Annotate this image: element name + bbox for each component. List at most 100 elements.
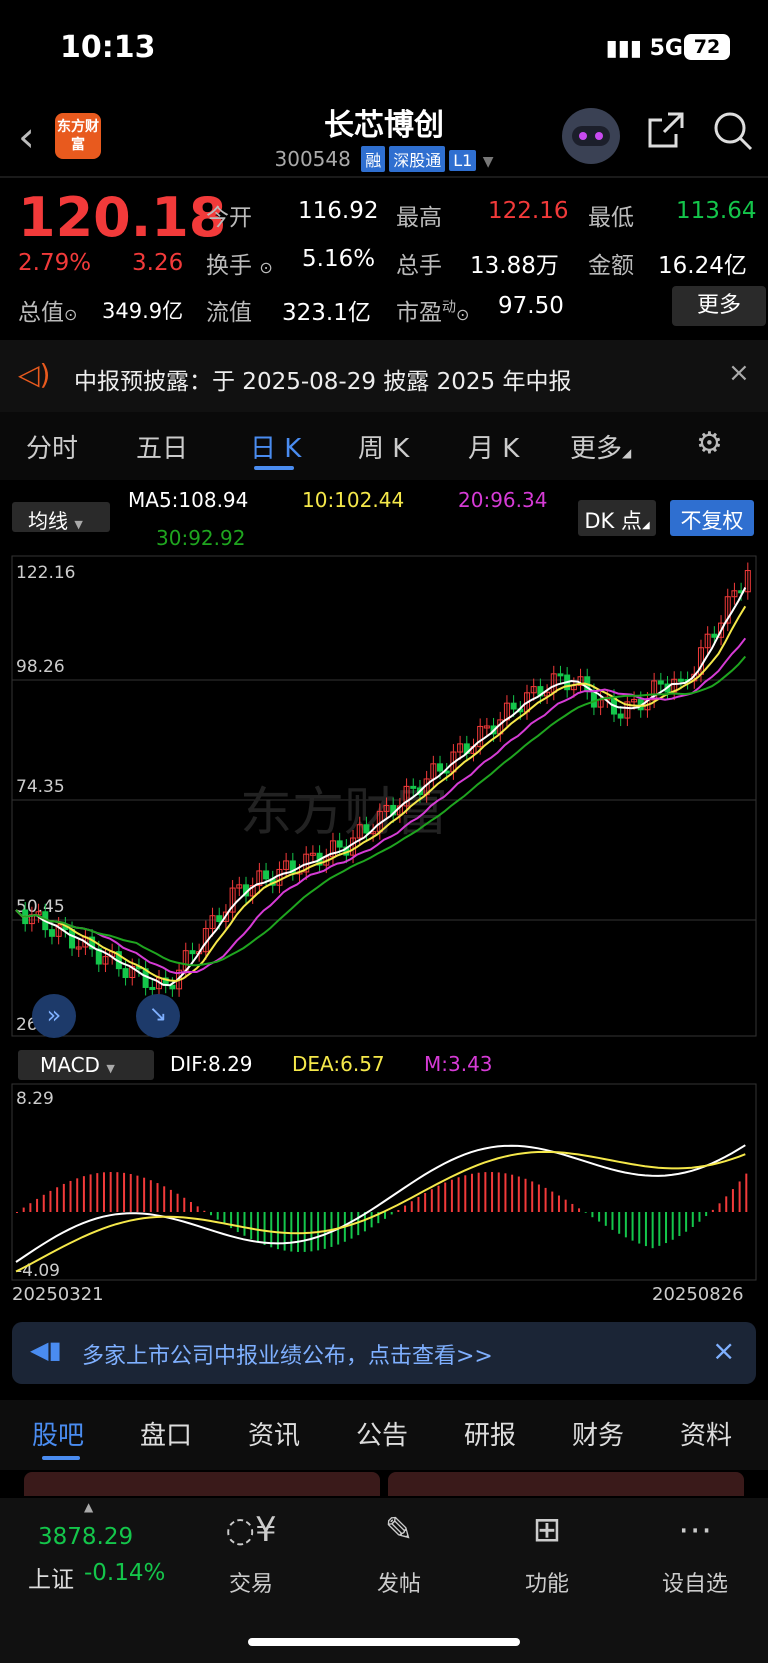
index-value[interactable]: 3878.29 — [38, 1524, 133, 1550]
tab-weekly-k[interactable]: 周 K — [358, 428, 409, 465]
macd-bar — [644, 1212, 647, 1247]
macd-bar — [397, 1209, 400, 1212]
ma-selector[interactable]: 均线 ▼ — [12, 502, 110, 533]
change-amount: 3.26 — [132, 250, 184, 276]
macd-bar — [598, 1212, 601, 1222]
yen-icon[interactable]: ◌¥ — [206, 1510, 296, 1550]
macd-bar — [256, 1212, 259, 1243]
notice-bar[interactable]: ◁) 中报预披露：于 2025-08-29 披露 2025 年中报 × — [0, 340, 768, 412]
macd-bar — [604, 1212, 607, 1226]
nav-trade[interactable]: 交易 — [206, 1566, 296, 1598]
tag-margin: 融 — [361, 146, 386, 172]
more-icon[interactable]: ⋯ — [650, 1510, 740, 1550]
fq-button[interactable]: 不复权 — [670, 500, 754, 536]
dea-label: DEA:6.57 — [292, 1052, 385, 1076]
dk-button[interactable]: DK 点◢ — [578, 500, 656, 536]
float-value: 323.1亿 — [282, 300, 371, 326]
macd-bar — [491, 1172, 494, 1212]
robot-assistant-icon[interactable] — [562, 108, 620, 164]
macd-bar — [524, 1178, 527, 1212]
macd-bar — [417, 1197, 420, 1212]
macd-bar — [477, 1172, 480, 1212]
tab-monthly-k[interactable]: 月 K — [468, 428, 519, 465]
tick-label: 74.35 — [16, 777, 65, 797]
macd-bar — [618, 1212, 621, 1234]
tag-connect: 深股通 — [389, 146, 446, 172]
info-icon: ⊙ — [259, 258, 273, 277]
macd-bar — [236, 1212, 239, 1233]
tab-forum[interactable]: 股吧 — [32, 1415, 84, 1452]
grid-icon[interactable]: ⊞ — [502, 1510, 592, 1550]
macd-bar — [450, 1179, 453, 1212]
home-indicator — [248, 1638, 520, 1646]
tab-profile[interactable]: 资料 — [680, 1415, 732, 1452]
tab-daily-k[interactable]: 日 K — [250, 428, 301, 465]
tab-5day[interactable]: 五日 — [136, 428, 188, 465]
watermark: 东方财富 — [240, 783, 448, 843]
macd-bar — [76, 1178, 79, 1212]
tab-announcements[interactable]: 公告 — [356, 1415, 408, 1452]
index-name[interactable]: 上证 — [28, 1560, 74, 1594]
macd-bar — [36, 1198, 39, 1212]
earnings-banner[interactable]: ◀▮ 多家上市公司中报业绩公布，点击查看>> × — [12, 1322, 756, 1384]
close-icon[interactable]: × — [712, 1334, 735, 1367]
nav-add-watchlist[interactable]: 设自选 — [650, 1566, 740, 1598]
macd-bar — [96, 1173, 99, 1212]
low-label: 最低 — [588, 205, 634, 231]
tab-more[interactable]: 更多◢ — [570, 428, 631, 465]
forum-card[interactable] — [388, 1472, 744, 1496]
search-icon[interactable] — [712, 110, 754, 161]
macd-selector[interactable]: MACD ▼ — [18, 1050, 154, 1080]
ma10-label: 10:102.44 — [302, 488, 405, 512]
macd-bar — [16, 1212, 18, 1213]
macd-bar — [370, 1212, 373, 1228]
tab-news[interactable]: 资讯 — [248, 1415, 300, 1452]
macd-bar — [731, 1189, 734, 1212]
banner-text: 多家上市公司中报业绩公布，点击查看>> — [82, 1344, 493, 1369]
nav-functions[interactable]: 功能 — [502, 1566, 592, 1598]
caret-up-icon: ▲ — [84, 1500, 94, 1514]
open-label: 今开 — [206, 205, 252, 231]
expand-icon[interactable]: » — [32, 994, 76, 1038]
candle — [617, 706, 624, 727]
macd-bar — [678, 1212, 681, 1236]
macd-bar — [56, 1187, 59, 1212]
macd-chart[interactable]: 8.29 -4.09 — [0, 1082, 768, 1282]
tab-intraday[interactable]: 分时 — [26, 428, 78, 465]
macd-bar — [102, 1172, 105, 1212]
index-change[interactable]: -0.14% — [84, 1560, 165, 1586]
edit-icon[interactable]: ✎ — [354, 1510, 444, 1550]
end-date: 20250826 — [652, 1284, 744, 1305]
macd-bar — [390, 1212, 393, 1215]
tab-research[interactable]: 研报 — [464, 1415, 516, 1452]
candle — [483, 717, 490, 736]
more-button[interactable]: 更多 — [672, 286, 766, 326]
kline-chart[interactable]: 东方财富 122.16 98.26 74.35 50.45 26.54 — [0, 540, 768, 1050]
macd-bar — [196, 1206, 199, 1212]
macd-bar — [511, 1174, 514, 1212]
share-icon[interactable] — [646, 110, 686, 159]
macd-bar — [430, 1189, 433, 1212]
forum-card[interactable] — [24, 1472, 380, 1496]
macd-bar — [270, 1212, 273, 1248]
collapse-arrow-icon[interactable]: ↘ — [136, 994, 180, 1038]
candle — [289, 852, 296, 881]
macd-bar — [544, 1187, 547, 1212]
tab-orderbook[interactable]: 盘口 — [140, 1415, 192, 1452]
amount-label: 金额 — [588, 253, 634, 279]
gear-icon[interactable]: ⚙ — [696, 426, 723, 461]
nav-post[interactable]: 发帖 — [354, 1566, 444, 1598]
tick-label: 98.26 — [16, 657, 65, 677]
tab-indicator — [42, 1456, 80, 1460]
close-icon[interactable]: × — [728, 358, 750, 388]
volume-value: 13.88万 — [470, 253, 559, 279]
macd-bar — [290, 1212, 293, 1252]
candle — [671, 671, 678, 701]
macd-bar — [109, 1172, 112, 1212]
macd-bar — [651, 1212, 654, 1249]
macd-bar — [183, 1197, 186, 1212]
tab-finance[interactable]: 财务 — [572, 1415, 624, 1452]
pe-label: 市盈动⊙ — [396, 299, 470, 326]
candle — [731, 582, 738, 605]
signal-icon: ▮▮▮ 5G — [605, 36, 683, 61]
